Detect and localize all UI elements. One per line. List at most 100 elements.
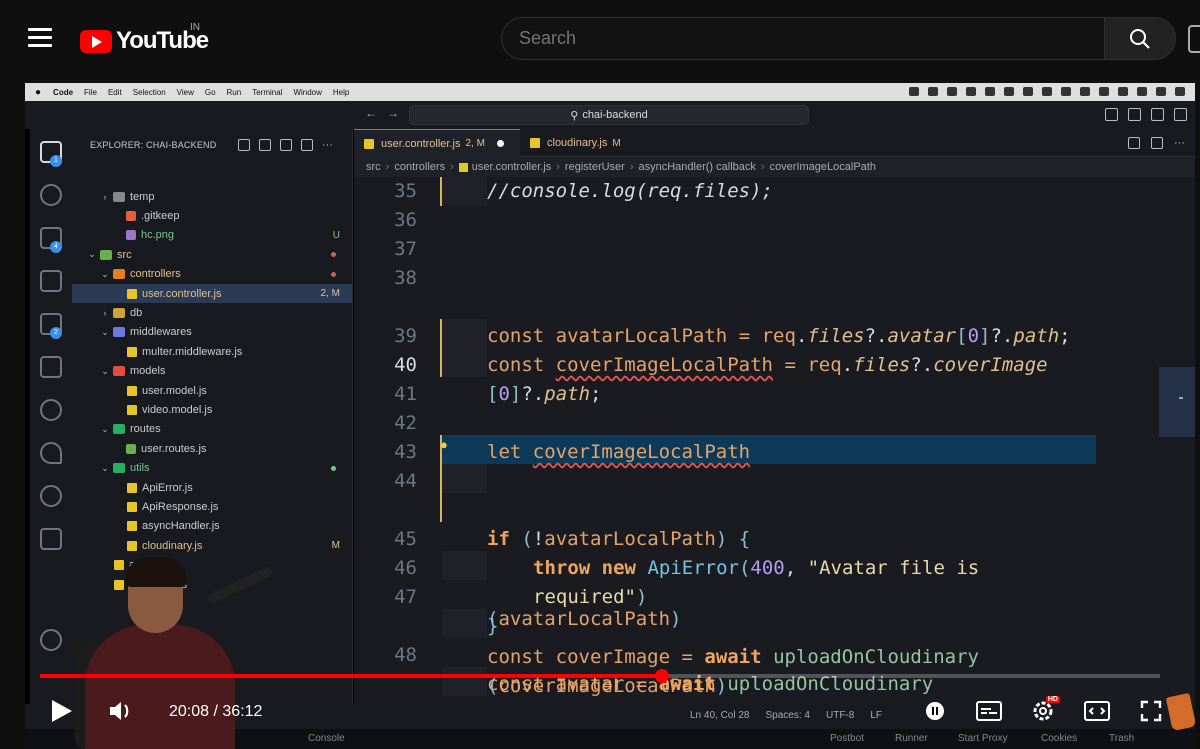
js-file-icon bbox=[127, 482, 137, 493]
line-number: 48 bbox=[394, 644, 417, 666]
new-file-icon bbox=[238, 139, 250, 151]
collapse-all-icon bbox=[301, 139, 313, 151]
tree-item[interactable]: user.model.js bbox=[72, 381, 352, 400]
line-number: 38 bbox=[394, 267, 417, 289]
menu-icon[interactable] bbox=[28, 28, 52, 48]
play-button[interactable] bbox=[52, 700, 72, 722]
youtube-logo[interactable]: YouTube bbox=[80, 27, 209, 55]
route-file-icon bbox=[126, 443, 136, 454]
chevron-down-icon: ⌄ bbox=[101, 462, 109, 473]
tree-item[interactable]: multer.middleware.js bbox=[72, 342, 352, 361]
unsaved-dot-icon bbox=[496, 140, 504, 147]
tab-label: user.controller.js bbox=[381, 137, 461, 150]
tree-item-label: hc.png bbox=[141, 229, 175, 242]
js-file-icon bbox=[364, 138, 374, 149]
search-input[interactable] bbox=[502, 18, 1104, 59]
vscode-title-bar: ← → ⚲ chai-backend bbox=[25, 101, 1195, 129]
status-icon bbox=[966, 87, 976, 96]
tree-item[interactable]: hc.png U bbox=[72, 226, 352, 245]
git-status: 2, M bbox=[320, 288, 340, 299]
modified-line-marker bbox=[440, 177, 442, 206]
status-icon bbox=[1023, 87, 1033, 96]
pause-autoplay-button[interactable] bbox=[918, 698, 952, 724]
activity-bar: 1 4 2 bbox=[30, 129, 72, 704]
js-file-icon bbox=[127, 288, 137, 299]
tab-status: 2, M bbox=[465, 138, 485, 149]
code-editor: 35 36 37 38 39 40 41 42 43 44 45 46 47 48 ● //console… bbox=[354, 177, 1159, 704]
postbot-label: Postbot bbox=[830, 733, 864, 744]
tree-item[interactable]: ⌄ src bbox=[72, 245, 352, 264]
tree-item-label: user.model.js bbox=[142, 384, 207, 397]
docker-icon bbox=[40, 399, 62, 421]
mac-menu-window: Window bbox=[293, 87, 322, 97]
tree-item[interactable]: .gitkeep bbox=[72, 206, 352, 225]
code-line-48: const coverImage = await uploadOnCloudin… bbox=[487, 646, 979, 668]
tree-item-label: src bbox=[117, 248, 132, 261]
breadcrumb-item: src bbox=[366, 161, 381, 173]
tree-item[interactable]: ⌄ routes bbox=[72, 420, 352, 439]
current-time: 20:08 bbox=[169, 703, 210, 720]
youtube-header: YouTube IN bbox=[0, 0, 1200, 80]
customize-layout-icon bbox=[1174, 108, 1187, 121]
settings-button[interactable]: HD bbox=[1026, 696, 1060, 724]
mac-menu-file: File bbox=[84, 87, 97, 97]
tree-item-label: routes bbox=[130, 423, 161, 436]
tree-item-label: asyncHandler.js bbox=[142, 520, 220, 533]
volume-icon[interactable] bbox=[108, 699, 134, 723]
microphone-arm bbox=[206, 565, 274, 605]
chevron-down-icon: ⌄ bbox=[101, 423, 109, 434]
tree-item[interactable]: asyncHandler.js bbox=[72, 517, 352, 536]
fullscreen-icon bbox=[1140, 700, 1162, 722]
code-line-43: if (!avatarLocalPath) { bbox=[487, 528, 751, 550]
fullscreen-button[interactable] bbox=[1134, 698, 1168, 724]
status-icon bbox=[928, 87, 938, 96]
line-number: 47 bbox=[394, 586, 417, 608]
explorer-badge: 1 bbox=[50, 155, 62, 167]
device-icon[interactable] bbox=[1188, 25, 1200, 53]
video-player[interactable]: ● Code File Edit Selection View Go Run T… bbox=[25, 83, 1195, 749]
tree-item[interactable]: user.routes.js bbox=[72, 439, 352, 458]
tree-item[interactable]: ⌄ models bbox=[72, 362, 352, 381]
time-display: 20:08 / 36:12 bbox=[169, 703, 262, 721]
status-icon bbox=[985, 87, 995, 96]
tree-item[interactable]: › temp bbox=[72, 187, 352, 206]
cookies-label: Cookies bbox=[1041, 733, 1078, 744]
tree-item[interactable]: user.controller.js 2, M bbox=[72, 284, 352, 303]
miniplayer-button[interactable] bbox=[1080, 698, 1114, 724]
line-number: 36 bbox=[394, 209, 417, 231]
tab-user-controller: user.controller.js 2, M bbox=[354, 129, 520, 157]
tree-item[interactable]: ApiResponse.js bbox=[72, 497, 352, 516]
js-file-icon bbox=[127, 385, 137, 396]
subtitles-button[interactable] bbox=[972, 698, 1006, 724]
search-box[interactable] bbox=[501, 17, 1105, 60]
tree-item[interactable]: › db bbox=[72, 303, 352, 322]
tree-item[interactable]: ⌄ utils bbox=[72, 459, 352, 478]
code-line-37: const avatarLocalPath = req.files?.avata… bbox=[487, 325, 1071, 347]
search-button[interactable] bbox=[1104, 17, 1176, 60]
youtube-play-logo-icon bbox=[80, 29, 112, 53]
search-icon bbox=[40, 184, 62, 206]
tree-item[interactable]: ⌄ middlewares bbox=[72, 323, 352, 342]
code-line-47-wrap: (avatarLocalPath) bbox=[487, 608, 682, 630]
folder-icon bbox=[113, 424, 125, 435]
progress-bar-played bbox=[40, 674, 663, 678]
tree-item-label: user.controller.js bbox=[142, 287, 222, 300]
presenter-body bbox=[85, 625, 235, 749]
line-number: 43 bbox=[394, 441, 417, 463]
tree-item-label: controllers bbox=[130, 268, 181, 281]
folder-icon bbox=[100, 249, 112, 260]
minimap-marker bbox=[1179, 397, 1183, 399]
start-proxy-label: Start Proxy bbox=[958, 733, 1008, 744]
code-line-44: throw new ApiError(400, "Avatar file is bbox=[533, 557, 980, 579]
tree-item-label: multer.middleware.js bbox=[142, 345, 243, 358]
tree-item-label: models bbox=[130, 365, 166, 378]
encoding: UTF-8 bbox=[825, 710, 855, 721]
line-number: 44 bbox=[394, 470, 417, 492]
js-file-icon bbox=[458, 162, 468, 172]
split-editor-icon bbox=[1151, 137, 1163, 149]
duration: 36:12 bbox=[222, 703, 263, 720]
tree-item[interactable]: video.model.js bbox=[72, 400, 352, 419]
toggle-panel-icon bbox=[1128, 108, 1141, 121]
tree-item[interactable]: ⌄ controllers bbox=[72, 265, 352, 284]
tree-item[interactable]: ApiError.js bbox=[72, 478, 352, 497]
